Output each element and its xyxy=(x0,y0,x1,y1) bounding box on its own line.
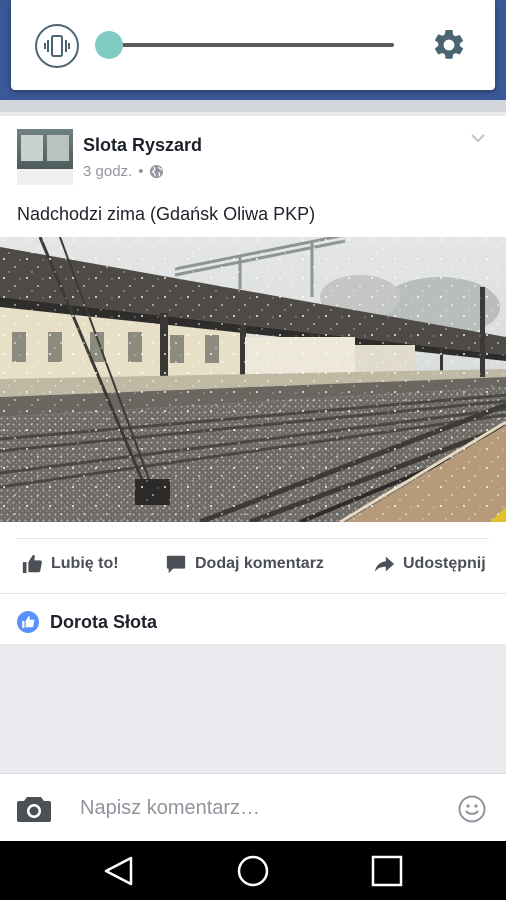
comment-label: Dodaj komentarz xyxy=(195,555,324,572)
vibrate-icon[interactable] xyxy=(35,24,79,68)
like-button[interactable]: Lubię to! xyxy=(21,553,119,575)
share-label: Udostępnij xyxy=(403,555,486,572)
volume-slider-track[interactable] xyxy=(109,43,394,47)
share-button[interactable]: Udostępnij xyxy=(373,553,486,575)
post-meta: 3 godz. • xyxy=(83,163,164,180)
thumbs-up-icon xyxy=(22,554,42,574)
meta-separator: • xyxy=(138,163,144,180)
chevron-down-icon[interactable] xyxy=(470,132,486,144)
post-text: Nadchodzi zima (Gdańsk Oliwa PKP) xyxy=(17,204,316,224)
post-card: Slota Ryszard 3 godz. • Nadchodzi zima (… xyxy=(0,116,506,644)
globe-icon xyxy=(150,164,164,179)
home-circle-icon[interactable] xyxy=(235,853,271,889)
post-author[interactable]: Slota Ryszard xyxy=(83,135,202,156)
recents-square-icon[interactable] xyxy=(369,853,405,889)
header-divider xyxy=(0,100,506,112)
post-time[interactable]: 3 godz. xyxy=(83,163,132,180)
share-arrow-icon xyxy=(374,556,395,573)
like-badge-icon xyxy=(17,611,39,633)
like-label: Lubię to! xyxy=(51,555,119,572)
camera-icon[interactable] xyxy=(16,794,52,824)
likes-summary[interactable]: Dorota Słota xyxy=(17,611,157,633)
post-photo[interactable] xyxy=(0,237,506,522)
android-nav-bar xyxy=(0,841,506,900)
volume-panel xyxy=(11,0,495,90)
volume-slider-thumb[interactable] xyxy=(95,31,123,59)
likes-divider xyxy=(0,593,506,594)
comment-button[interactable]: Dodaj komentarz xyxy=(165,553,324,575)
liked-by-name: Dorota Słota xyxy=(50,611,158,632)
comment-input[interactable] xyxy=(80,792,440,824)
smiley-icon[interactable] xyxy=(458,795,486,823)
gear-icon[interactable] xyxy=(431,27,467,63)
comment-bar xyxy=(0,773,506,841)
avatar[interactable] xyxy=(17,129,73,185)
comment-bubble-icon xyxy=(166,555,186,574)
back-triangle-icon[interactable] xyxy=(101,853,137,889)
post-actions: Lubię to! Dodaj komentarz Udostępnij xyxy=(0,539,506,593)
